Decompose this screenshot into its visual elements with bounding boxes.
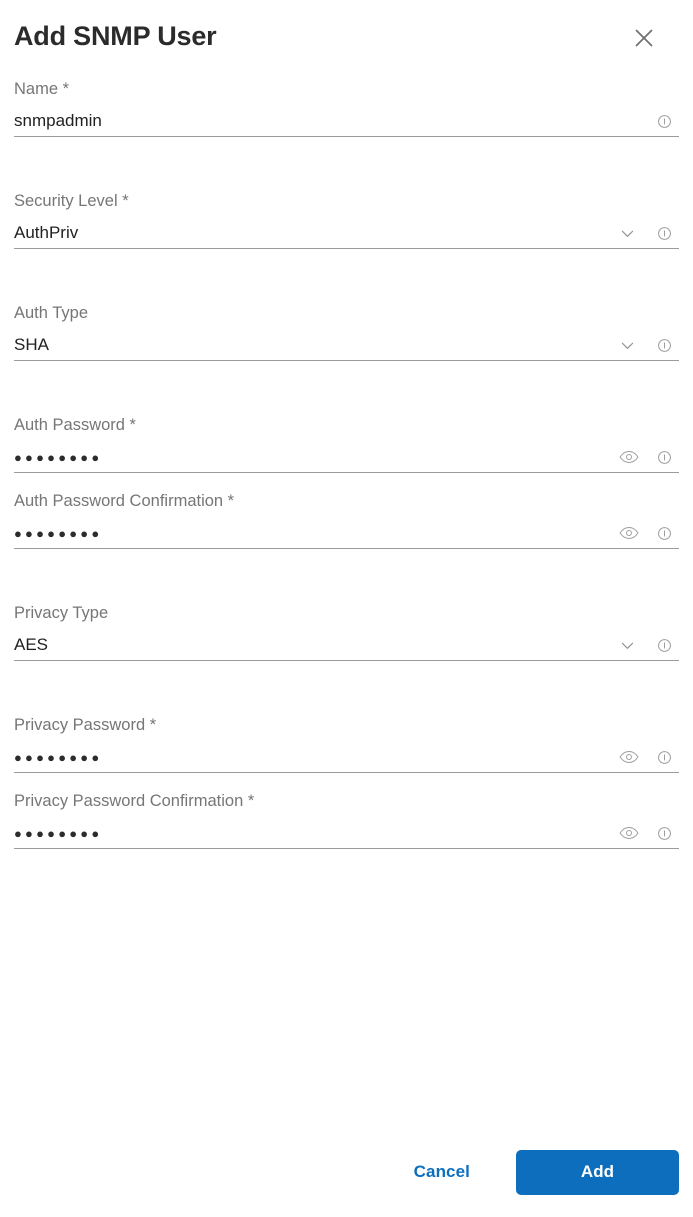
close-button[interactable]: [628, 22, 660, 54]
toggle-password-visibility-privacy-password-confirmation[interactable]: [614, 820, 644, 846]
name-input-value: snmpadmin: [14, 111, 102, 130]
field-label-auth-password: Auth Password *: [14, 416, 136, 434]
field-label-auth-password-confirmation: Auth Password Confirmation *: [14, 492, 235, 510]
eye-icon: [619, 750, 639, 764]
field-icons-privacy-type: [612, 630, 679, 660]
field-label-name: Name *: [14, 80, 70, 98]
field-privacy-password-confirmation: Privacy Password Confirmation * ●●●●●●●●: [0, 790, 693, 849]
toggle-password-visibility-auth-password-confirmation[interactable]: [614, 520, 644, 546]
field-auth-password-confirmation: Auth Password Confirmation * ●●●●●●●●: [0, 490, 693, 549]
field-label-auth-type: Auth Type: [14, 304, 89, 322]
privacy-password-input[interactable]: ●●●●●●●●: [14, 742, 679, 773]
snmp-user-form: Name * snmpadmin Security Level * AuthPr…: [0, 78, 693, 849]
info-icon-button-privacy-password[interactable]: [649, 744, 679, 770]
chevron-down-button-privacy-type[interactable]: [612, 632, 642, 658]
info-icon: [657, 450, 672, 465]
auth-password-value: ●●●●●●●●: [14, 450, 103, 465]
add-snmp-user-dialog: Add SNMP User Name * snmpadmin Security …: [0, 0, 693, 1217]
info-icon-button-auth-password[interactable]: [649, 444, 679, 470]
field-label-privacy-type: Privacy Type: [14, 604, 109, 622]
auth-type-value: SHA: [14, 335, 49, 354]
eye-icon: [619, 526, 639, 540]
info-icon: [657, 114, 672, 129]
field-icons-privacy-password-confirmation: [614, 818, 679, 848]
field-auth-type: Auth Type SHA: [0, 302, 693, 361]
info-icon-button-name[interactable]: [649, 108, 679, 134]
eye-icon: [619, 450, 639, 464]
security-level-select[interactable]: AuthPriv: [14, 218, 679, 249]
info-icon: [657, 338, 672, 353]
toggle-password-visibility-privacy-password[interactable]: [614, 744, 644, 770]
field-auth-password: Auth Password * ●●●●●●●●: [0, 414, 693, 473]
field-label-privacy-password: Privacy Password *: [14, 716, 157, 734]
field-label-privacy-password-confirmation: Privacy Password Confirmation *: [14, 792, 255, 810]
privacy-type-value: AES: [14, 635, 49, 654]
info-icon: [657, 750, 672, 765]
info-icon: [657, 526, 672, 541]
auth-password-confirmation-value: ●●●●●●●●: [14, 526, 103, 541]
field-privacy-type: Privacy Type AES: [0, 602, 693, 661]
field-icons-auth-type: [612, 330, 679, 360]
chevron-down-button-security-level[interactable]: [612, 220, 642, 246]
field-icons-auth-password: [614, 442, 679, 472]
auth-type-select[interactable]: SHA: [14, 330, 679, 361]
field-security-level: Security Level * AuthPriv: [0, 190, 693, 249]
info-icon-button-privacy-password-confirmation[interactable]: [649, 820, 679, 846]
toggle-password-visibility-auth-password[interactable]: [614, 444, 644, 470]
info-icon-button-security-level[interactable]: [649, 220, 679, 246]
field-icons-name: [649, 106, 679, 136]
info-icon-button-auth-type[interactable]: [649, 332, 679, 358]
field-icons-privacy-password: [614, 742, 679, 772]
privacy-password-confirmation-value: ●●●●●●●●: [14, 826, 103, 841]
info-icon-button-auth-password-confirmation[interactable]: [649, 520, 679, 546]
privacy-type-select[interactable]: AES: [14, 630, 679, 661]
auth-password-confirmation-input[interactable]: ●●●●●●●●: [14, 518, 679, 549]
add-button[interactable]: Add: [516, 1149, 679, 1195]
field-icons-security-level: [612, 218, 679, 248]
page-title: Add SNMP User: [14, 21, 217, 51]
chevron-down-icon: [619, 637, 636, 654]
privacy-password-confirmation-input[interactable]: ●●●●●●●●: [14, 818, 679, 849]
chevron-down-button-auth-type[interactable]: [612, 332, 642, 358]
name-input[interactable]: snmpadmin: [14, 106, 679, 137]
info-icon-button-privacy-type[interactable]: [649, 632, 679, 658]
field-icons-auth-password-confirmation: [614, 518, 679, 548]
field-name: Name * snmpadmin: [0, 78, 693, 137]
info-icon: [657, 226, 672, 241]
privacy-password-value: ●●●●●●●●: [14, 750, 103, 765]
chevron-down-icon: [619, 225, 636, 242]
info-icon: [657, 826, 672, 841]
cancel-button[interactable]: Cancel: [400, 1152, 484, 1192]
close-icon: [632, 26, 656, 50]
info-icon: [657, 638, 672, 653]
field-label-security-level: Security Level *: [14, 192, 129, 210]
dialog-footer: Cancel Add: [0, 1127, 693, 1217]
security-level-value: AuthPriv: [14, 223, 79, 242]
dialog-header: Add SNMP User: [0, 0, 693, 78]
field-privacy-password: Privacy Password * ●●●●●●●●: [0, 714, 693, 773]
chevron-down-icon: [619, 337, 636, 354]
eye-icon: [619, 826, 639, 840]
auth-password-input[interactable]: ●●●●●●●●: [14, 442, 679, 473]
